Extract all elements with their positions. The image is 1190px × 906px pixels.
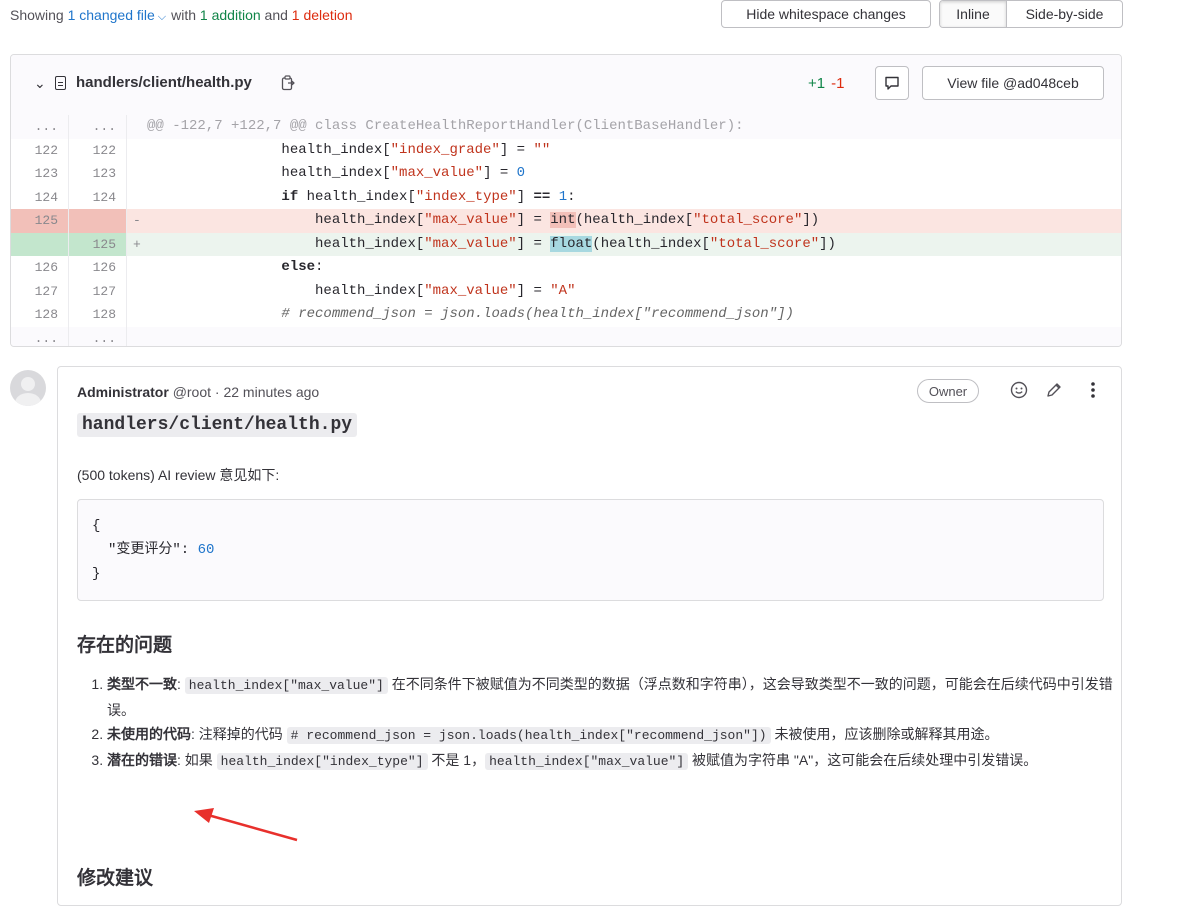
- diff-line: 126 126 else:: [11, 256, 1121, 280]
- line-number-old[interactable]: 123: [11, 162, 69, 186]
- line-number-new[interactable]: 122: [69, 138, 127, 162]
- copy-path-icon[interactable]: [281, 75, 295, 91]
- emoji-reaction-icon[interactable]: [1008, 379, 1030, 401]
- line-number-old[interactable]: 128: [11, 303, 69, 327]
- view-mode-toggle: Inline Side-by-side: [939, 0, 1123, 28]
- json-score-value: 60: [197, 542, 215, 558]
- comment-button[interactable]: [875, 66, 909, 100]
- summary-and: and: [264, 7, 288, 23]
- side-by-side-button[interactable]: Side-by-side: [1007, 1, 1122, 27]
- added-sign: +: [133, 236, 141, 252]
- added-line: 125 + health_index["max_value"] = float(…: [11, 232, 1121, 256]
- comment-meta[interactable]: @root · 22 minutes ago: [173, 384, 320, 400]
- line-number-new[interactable]: 125: [69, 232, 127, 256]
- line-code: # recommend_json = json.loads(health_ind…: [281, 306, 794, 322]
- chevron-down-icon[interactable]: ⌵: [158, 11, 166, 23]
- review-intro: (500 tokens) AI review 意见如下:: [77, 467, 280, 483]
- file-header: ⌄ handlers/client/health.py +1 -1 View fi…: [11, 55, 1121, 116]
- line-number-old[interactable]: 122: [11, 138, 69, 162]
- added-lines-count: +1: [808, 75, 826, 92]
- issues-list: 类型不一致: health_index["max_value"] 在不同条件下被…: [77, 672, 1137, 774]
- line-number-old[interactable]: 125: [11, 209, 69, 233]
- diff-summary: Showing 1 changed file ⌵ with 1 addition a…: [10, 7, 353, 24]
- line-number-old[interactable]: 127: [11, 279, 69, 303]
- comment-author[interactable]: Administrator: [77, 384, 169, 400]
- line-number-new[interactable]: 128: [69, 303, 127, 327]
- line-code: if health_index["index_type"] == 1:: [281, 188, 576, 205]
- list-item: 潜在的错误: 如果 health_index["index_type"] 不是 …: [107, 748, 1137, 774]
- diff-lines: ... ... @@ -122,7 +122,7 @@ class Create…: [11, 115, 1121, 346]
- list-item: 未使用的代码: 注释掉的代码 # recommend_json = json.l…: [107, 722, 1137, 748]
- more-actions-icon[interactable]: [1082, 379, 1104, 401]
- comment-icon: [885, 76, 899, 90]
- expand-row: ... ...: [11, 326, 1121, 346]
- json-code-block: { "变更评分": 60 }: [77, 499, 1104, 601]
- comment-header: Administrator @root · 22 minutes ago: [77, 384, 319, 400]
- inline-view-button[interactable]: Inline: [940, 1, 1007, 27]
- line-code: health_index["max_value"] = 0: [147, 165, 526, 181]
- line-number-new[interactable]: ...: [69, 326, 127, 346]
- line-number-new[interactable]: 124: [69, 185, 127, 209]
- collapse-chevron-icon[interactable]: ⌄: [34, 75, 46, 92]
- edit-pencil-icon[interactable]: [1043, 379, 1065, 401]
- additions-count: 1 addition: [199, 7, 261, 23]
- line-number-new[interactable]: [69, 209, 127, 233]
- json-close: }: [92, 566, 101, 582]
- review-comment: Administrator @root · 22 minutes ago Own…: [57, 366, 1122, 906]
- hunk-header-row: ... ... @@ -122,7 +122,7 @@ class Create…: [11, 115, 1121, 139]
- deletions-count: 1 deletion: [291, 7, 353, 23]
- diff-line: 124 124 if health_index["index_type"] ==…: [11, 185, 1121, 209]
- line-code: else:: [281, 259, 324, 275]
- line-number-old[interactable]: ...: [11, 326, 69, 346]
- hide-whitespace-button[interactable]: Hide whitespace changes: [721, 0, 931, 28]
- removed-sign: -: [133, 213, 141, 228]
- json-key: "变更评分":: [108, 542, 198, 558]
- json-score-line: "变更评分": 60: [92, 538, 1103, 562]
- diff-line: 122 122 health_index["index_grade"] = "": [11, 138, 1121, 162]
- owner-badge: Owner: [917, 379, 979, 403]
- file-stats: +1 -1: [808, 75, 844, 92]
- suggestions-heading: 修改建议: [77, 868, 154, 889]
- line-code: health_index["max_value"] = "A": [147, 282, 576, 299]
- removed-line: 125 - health_index["max_value"] = int(he…: [11, 209, 1121, 233]
- json-open: {: [92, 518, 101, 534]
- line-code: health_index["max_value"] = int(health_i…: [147, 212, 820, 228]
- line-number-new[interactable]: 126: [69, 256, 127, 280]
- diff-line: 123 123 health_index["max_value"] = 0: [11, 162, 1121, 186]
- avatar[interactable]: [10, 370, 46, 406]
- diff-line: 128 128 # recommend_json = json.loads(he…: [11, 303, 1121, 327]
- changed-files-dropdown[interactable]: 1 changed file: [68, 7, 155, 23]
- removed-lines-count: -1: [831, 75, 845, 92]
- line-code: health_index["index_grade"] = "": [147, 141, 551, 158]
- list-item: 类型不一致: health_index["max_value"] 在不同条件下被…: [107, 672, 1137, 722]
- view-file-button[interactable]: View file @ad048ceb: [922, 66, 1104, 100]
- line-number-new[interactable]: 127: [69, 279, 127, 303]
- file-icon: [55, 76, 66, 90]
- line-number-old[interactable]: 126: [11, 256, 69, 280]
- issues-heading: 存在的问题: [77, 635, 173, 656]
- summary-with: with: [171, 7, 197, 23]
- line-number-old[interactable]: 124: [11, 185, 69, 209]
- file-path[interactable]: handlers/client/health.py: [76, 74, 252, 91]
- line-number-new[interactable]: 123: [69, 162, 127, 186]
- diff-line: 127 127 health_index["max_value"] = "A": [11, 279, 1121, 303]
- line-number-new[interactable]: ...: [69, 115, 127, 139]
- line-number-old[interactable]: ...: [11, 115, 69, 139]
- comment-file-path: handlers/client/health.py: [77, 413, 358, 437]
- line-code: health_index["max_value"] = float(health…: [147, 235, 836, 252]
- summary-prefix: Showing: [10, 7, 64, 23]
- hunk-header: @@ -122,7 +122,7 @@ class CreateHealthRe…: [147, 118, 744, 134]
- file-diff: ⌄ handlers/client/health.py +1 -1 View fi…: [10, 54, 1122, 347]
- line-number-old[interactable]: [11, 232, 69, 256]
